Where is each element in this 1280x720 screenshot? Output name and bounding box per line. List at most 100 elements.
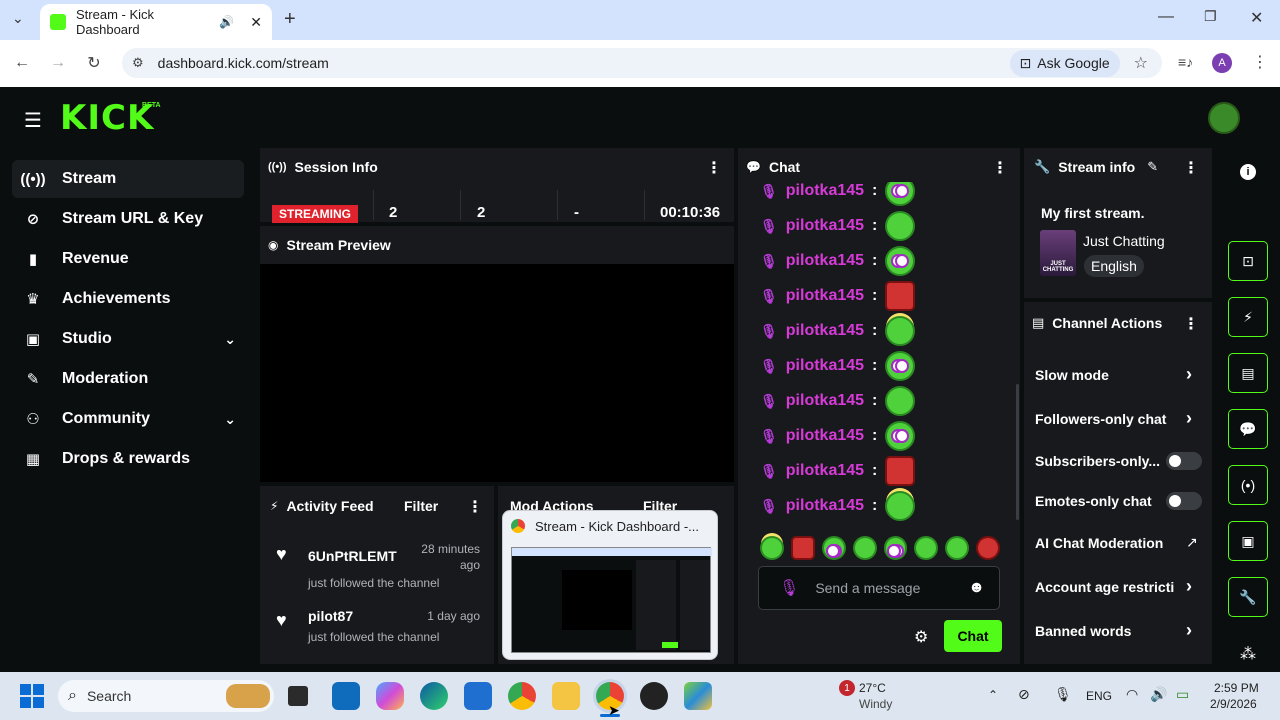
ask-google-button[interactable]: ⊡ Ask Google (1009, 49, 1120, 77)
category-thumbnail[interactable]: JUST CHATTING (1040, 230, 1076, 276)
rail-document-button[interactable]: ▤ (1228, 353, 1268, 393)
kick-logo[interactable]: KICK (60, 98, 154, 138)
chevron-down-icon[interactable]: ⌄ (224, 411, 236, 428)
chat-username[interactable]: pilotka145 (786, 217, 864, 235)
taskbar-app-widget-icon[interactable] (226, 684, 270, 708)
sidebar-item-stream[interactable]: ((•)) Stream (12, 160, 244, 198)
emote-icon[interactable] (852, 536, 877, 560)
emotes-only-toggle[interactable] (1166, 492, 1202, 510)
subscribers-only-toggle[interactable] (1166, 452, 1202, 470)
channel-actions-menu-icon[interactable]: ⋮ (1183, 314, 1199, 334)
hamburger-menu-icon[interactable]: ☰ (24, 108, 42, 133)
browser-menu-icon[interactable]: ⋮ (1252, 52, 1268, 72)
info-icon[interactable]: i (1240, 164, 1256, 180)
chat-username[interactable]: pilotka145 (786, 392, 864, 410)
chat-username[interactable]: pilotka145 (786, 497, 864, 515)
tab-search-icon[interactable]: ⌄ (12, 10, 24, 27)
browser-tab[interactable]: Stream - Kick Dashboard 🔊 ✕ (40, 4, 272, 40)
chat-username[interactable]: pilotka145 (786, 427, 864, 445)
followers-only-action[interactable]: Followers-only chat (1035, 411, 1166, 427)
chat-username[interactable]: pilotka145 (786, 287, 864, 305)
chevron-down-icon[interactable]: ⌄ (224, 331, 236, 348)
session-info-menu-icon[interactable]: ⋮ (706, 158, 722, 178)
stream-preview-video[interactable] (260, 264, 734, 482)
chat-username[interactable]: pilotka145 (786, 462, 864, 480)
activity-user[interactable]: 6UnPtRLEMT (308, 548, 397, 564)
edit-pencil-icon[interactable]: ✎ (1147, 159, 1158, 175)
emoji-picker-icon[interactable]: ☻ (968, 579, 985, 597)
windows-start-icon[interactable] (20, 684, 44, 708)
taskbar-app-taskview-icon[interactable] (288, 686, 308, 706)
chat-username[interactable]: pilotka145 (786, 182, 864, 200)
speaker-icon[interactable]: 🔊 (219, 15, 234, 29)
chat-input[interactable]: 🎙 Send a message ☻ (758, 566, 1000, 610)
close-window-button[interactable]: ✕ (1250, 8, 1263, 28)
sidebar-item-studio[interactable]: ▣ Studio ⌄ (12, 320, 244, 358)
chevron-right-icon[interactable]: › (1186, 620, 1192, 641)
site-info-icon[interactable]: ⚙ (132, 55, 144, 71)
emote-icon[interactable] (914, 536, 939, 560)
new-tab-button[interactable]: + (284, 8, 296, 31)
chevron-right-icon[interactable]: › (1186, 408, 1192, 429)
taskbar-app-explorer-icon[interactable] (552, 682, 580, 710)
ai-chat-moderation-action[interactable]: AI Chat Moderation (1035, 535, 1163, 551)
clock-date[interactable]: 2/9/2026 (1210, 697, 1257, 711)
activity-user[interactable]: pilot87 (308, 608, 353, 624)
chat-username[interactable]: pilotka145 (786, 252, 864, 270)
minimize-button[interactable]: — (1158, 8, 1174, 26)
clock-time[interactable]: 2:59 PM (1214, 681, 1259, 695)
restore-button[interactable]: ❐ (1204, 8, 1217, 25)
chevron-up-icon[interactable]: ⌃ (988, 688, 998, 702)
taskbar-app-edge-icon[interactable] (420, 682, 448, 710)
chat-username[interactable]: pilotka145 (786, 357, 864, 375)
activity-filter-button[interactable]: Filter (404, 498, 438, 514)
slow-mode-action[interactable]: Slow mode (1035, 367, 1109, 383)
weather-desc[interactable]: Windy (859, 697, 892, 711)
taskbar-app-copilot-icon[interactable] (376, 682, 404, 710)
external-link-icon[interactable]: ↗ (1186, 534, 1198, 551)
close-tab-icon[interactable]: ✕ (250, 14, 262, 31)
sidebar-item-drops-rewards[interactable]: ▦ Drops & rewards (12, 440, 244, 478)
chevron-right-icon[interactable]: › (1186, 576, 1192, 597)
sidebar-item-revenue[interactable]: ▮ Revenue (12, 240, 244, 278)
taskbar-thumbnail-popup[interactable]: Stream - Kick Dashboard -... (502, 510, 718, 660)
chat-username[interactable]: pilotka145 (786, 322, 864, 340)
taskbar-app-store-icon[interactable] (464, 682, 492, 710)
network-off-icon[interactable]: ⊘ (1018, 686, 1030, 703)
rail-more-icon[interactable]: ⁂ (1240, 644, 1256, 664)
category-name[interactable]: Just Chatting (1083, 233, 1165, 249)
taskbar-app-obs-icon[interactable] (640, 682, 668, 710)
emote-icon[interactable] (821, 536, 846, 560)
taskbar-app-outlook-icon[interactable] (332, 682, 360, 710)
emotes-only-action[interactable]: Emotes-only chat (1035, 493, 1152, 509)
forward-icon[interactable]: → (44, 49, 72, 77)
chat-settings-icon[interactable]: ⚙ (914, 627, 928, 647)
emote-icon[interactable] (760, 536, 784, 560)
chat-menu-icon[interactable]: ⋮ (992, 158, 1008, 178)
weather-temp[interactable]: 27°C (859, 681, 886, 695)
back-icon[interactable]: ← (8, 49, 36, 77)
media-control-icon[interactable]: ≡♪ (1178, 54, 1193, 70)
activity-feed-menu-icon[interactable]: ⋮ (467, 497, 483, 517)
emote-icon[interactable] (976, 536, 1000, 560)
mic-tray-icon[interactable]: 🎙 (1054, 686, 1072, 703)
taskbar-app-chrome-icon[interactable] (508, 682, 536, 710)
sidebar-item-moderation[interactable]: ✎ Moderation (12, 360, 244, 398)
url-text[interactable]: dashboard.kick.com/stream (158, 55, 1010, 71)
stream-info-menu-icon[interactable]: ⋮ (1183, 158, 1199, 178)
taskbar-app-bluestacks-icon[interactable] (684, 682, 712, 710)
rail-broadcast-button[interactable]: (•) (1228, 465, 1268, 505)
battery-icon[interactable]: ▭ (1176, 686, 1189, 703)
rail-chat-button[interactable]: 💬 (1228, 409, 1268, 449)
rail-layout-button[interactable]: ▣ (1228, 521, 1268, 561)
user-avatar[interactable] (1208, 102, 1240, 134)
emote-icon[interactable] (790, 536, 815, 560)
rail-wrench-button[interactable]: 🔧 (1228, 577, 1268, 617)
rail-camera-button[interactable]: ⊡ (1228, 241, 1268, 281)
emote-icon[interactable] (883, 536, 908, 560)
reload-icon[interactable]: ↻ (80, 49, 108, 77)
chevron-right-icon[interactable]: › (1186, 364, 1192, 385)
address-bar[interactable]: ⚙ dashboard.kick.com/stream ⊡ Ask Google… (122, 48, 1162, 78)
sidebar-item-achievements[interactable]: ♛ Achievements (12, 280, 244, 318)
emote-icon[interactable] (945, 536, 970, 560)
